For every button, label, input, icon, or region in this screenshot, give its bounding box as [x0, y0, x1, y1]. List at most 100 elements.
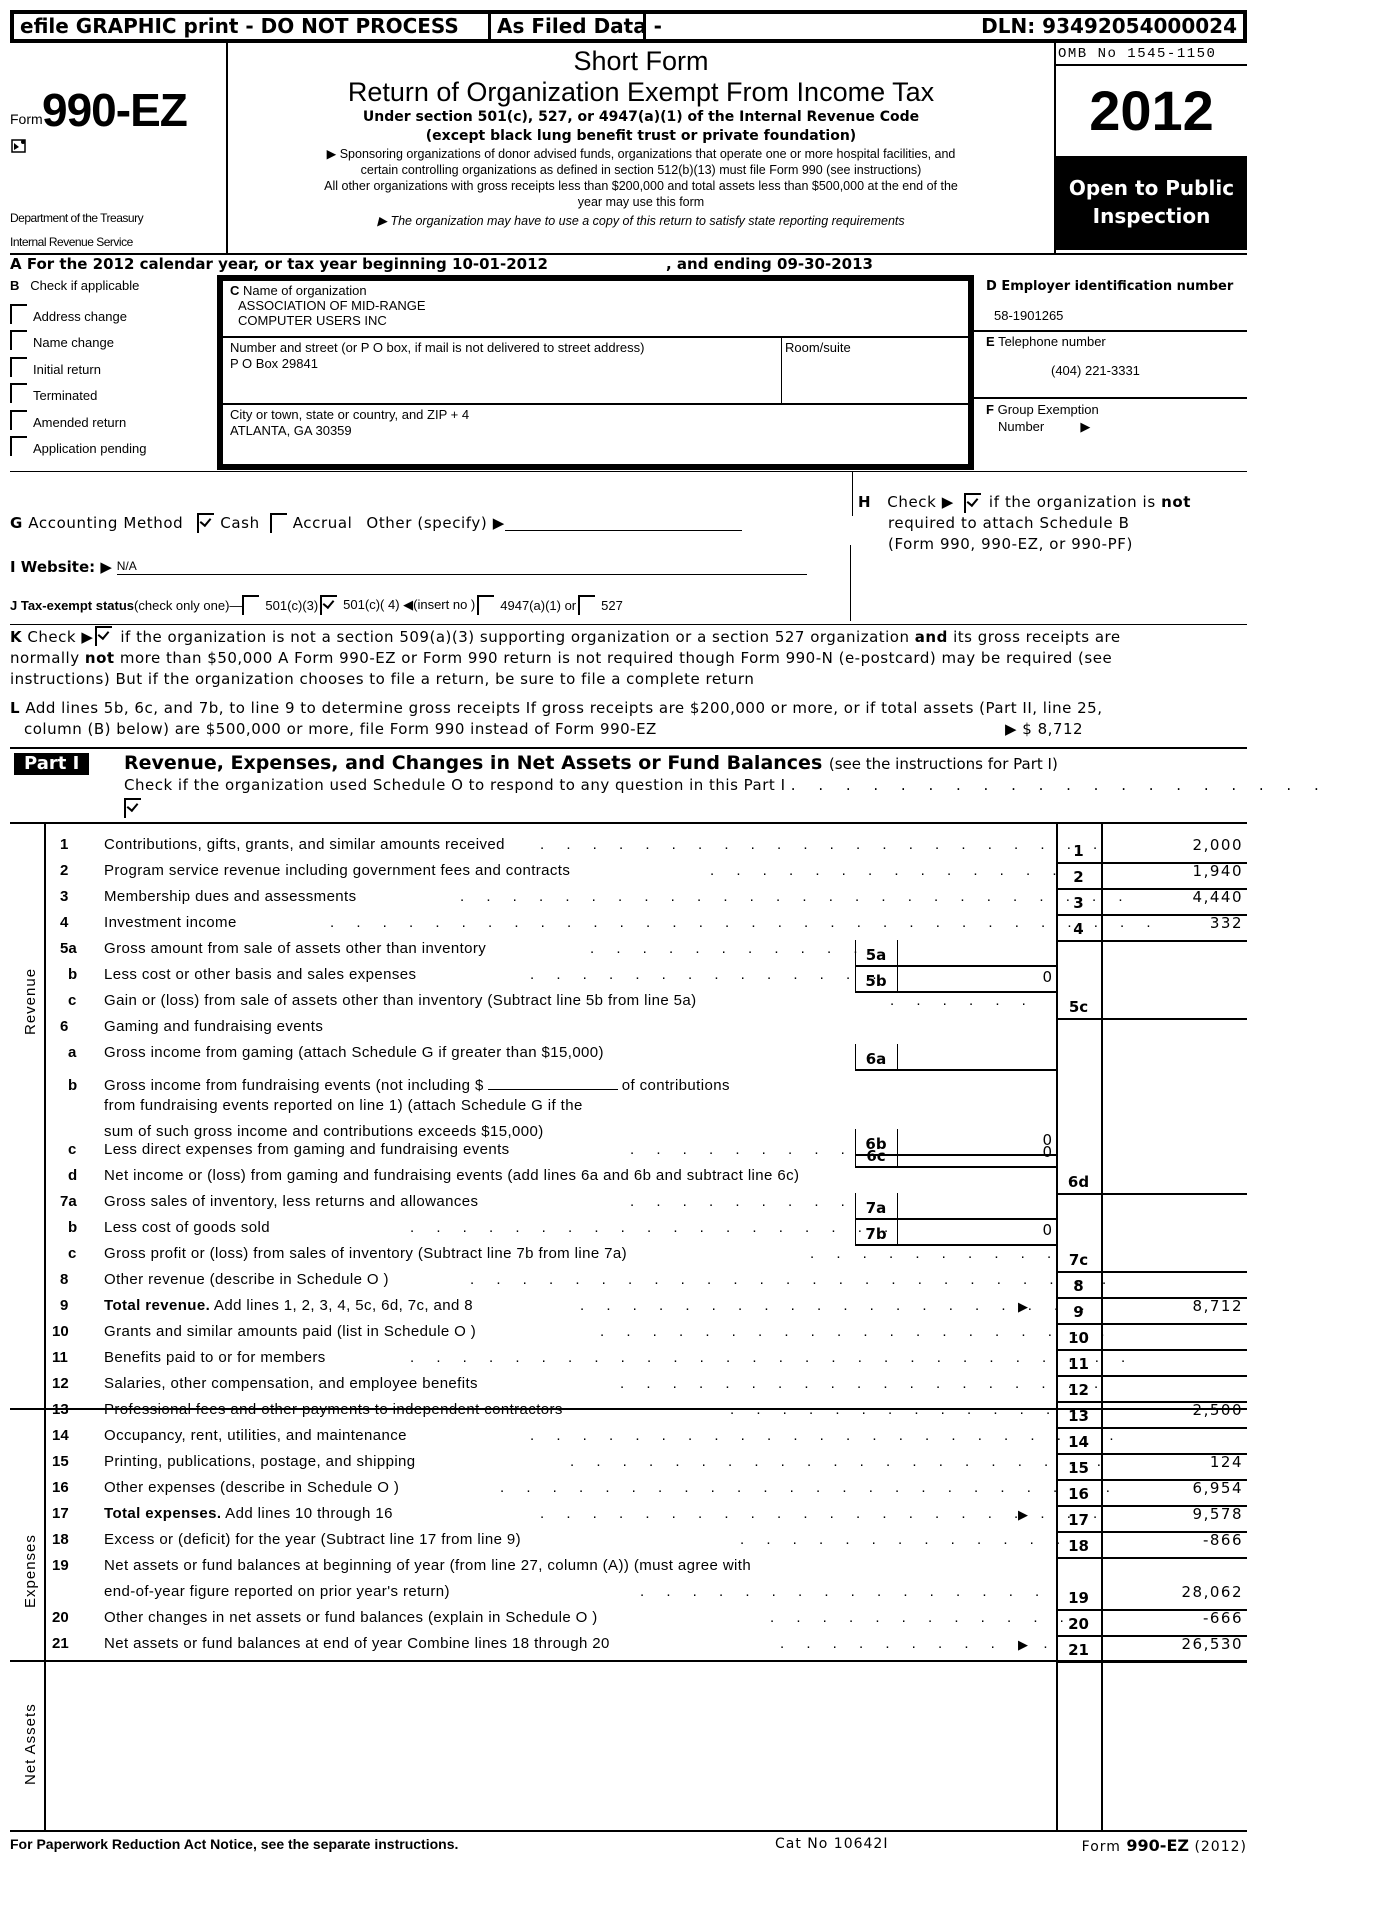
terminated-option[interactable]: Terminated	[10, 377, 217, 403]
dln-number: DLN: 93492054000024	[981, 14, 1237, 38]
other-method-input[interactable]	[504, 515, 742, 531]
line-description-text: Benefits paid to or for members	[104, 1349, 326, 1366]
line-amount[interactable]: 6,954	[1101, 1479, 1245, 1497]
line-description: Gross amount from sale of assets other t…	[104, 940, 486, 957]
line-description-text: Less direct expenses from gaming and fun…	[104, 1141, 510, 1158]
line-amount[interactable]: 9,578	[1101, 1505, 1245, 1523]
schedule-b-checkbox[interactable]	[963, 493, 981, 513]
line-amount[interactable]: 2,000	[1101, 836, 1245, 854]
schedule-o-checkbox[interactable]	[124, 798, 141, 818]
application-pending-option[interactable]: Application pending	[10, 430, 217, 456]
527-checkbox[interactable]	[578, 595, 596, 615]
line-amount[interactable]: 4,440	[1101, 888, 1245, 906]
section-c-organization: C Name of organization ASSOCIATION OF MI…	[217, 275, 974, 470]
section-k-normally: normally	[10, 649, 80, 667]
line-number: a	[68, 1044, 77, 1061]
filing-note-4: year may use this form	[577, 195, 705, 209]
sub-line-amount[interactable]: 0	[897, 1221, 1056, 1239]
line-amount[interactable]: 26,530	[1101, 1635, 1245, 1653]
street-label: Number and street (or P O box, if mail i…	[230, 340, 645, 355]
accounting-method-label: Accounting Method	[28, 514, 184, 532]
sub-box-divider	[897, 1193, 898, 1220]
line-description: Excess or (deficit) for the year (Subtra…	[104, 1531, 521, 1548]
arrow-right-icon: ▶	[1018, 1507, 1028, 1522]
line-description: Professional fees and other payments to …	[104, 1401, 563, 1418]
leader-dots: . . . . . . . . . . . . . . . . . . . . …	[330, 914, 1160, 931]
address-change-option[interactable]: Address change	[10, 297, 217, 324]
group-exemption-number-label: Number	[998, 419, 1045, 434]
street-value[interactable]: P O Box 29841	[230, 356, 774, 372]
line-description: Benefits paid to or for members	[104, 1349, 326, 1366]
org-name-line-1[interactable]: ASSOCIATION OF MID-RANGE	[230, 298, 961, 313]
line-description-text: Gross sales of inventory, less returns a…	[104, 1193, 479, 1210]
line-amount[interactable]: 28,062	[1101, 1583, 1245, 1601]
form-title-block: Short Form Return of Organization Exempt…	[228, 43, 1056, 253]
line-amount[interactable]: 2,500	[1101, 1401, 1245, 1419]
leader-dots: . . . . . . . . . . . . . . . . . . .	[410, 1219, 898, 1236]
line-number: 1	[60, 836, 69, 853]
sub-line-number: 5a	[865, 946, 887, 964]
terminated-checkbox[interactable]	[10, 383, 27, 403]
sub-line-amount[interactable]: 0	[897, 1143, 1056, 1161]
section-b-letter: B	[10, 278, 20, 293]
line-number-box: 20	[1068, 1615, 1089, 1633]
part-i-lines-top-rule	[10, 822, 1247, 824]
initial-return-option[interactable]: Initial return	[10, 350, 217, 377]
arrow-right-icon: ▶	[1018, 1299, 1028, 1314]
amended-return-checkbox[interactable]	[10, 409, 27, 430]
fundraising-contributions-input[interactable]	[487, 1078, 618, 1090]
ein-value[interactable]: 58-1901265	[986, 308, 1235, 323]
filing-note-3: All other organizations with gross recei…	[324, 179, 958, 193]
initial-return-checkbox[interactable]	[10, 356, 27, 377]
line-description: Gross income from gaming (attach Schedul…	[104, 1044, 604, 1061]
line-number: 16	[52, 1479, 69, 1496]
line-description-2: from fundraising events reported on line…	[104, 1097, 583, 1114]
line-description-part: of contributions	[621, 1077, 730, 1094]
accrual-checkbox[interactable]	[269, 513, 287, 533]
501c-other-checkbox[interactable]	[320, 595, 338, 615]
line-description: Gross income from fundraising events (no…	[104, 1077, 730, 1094]
gh-divider	[852, 471, 853, 516]
address-change-checkbox[interactable]	[10, 303, 27, 324]
leader-dots: . . . . . .	[890, 992, 1035, 1009]
telephone-value[interactable]: (404) 221-3331	[986, 363, 1235, 378]
part-i-title-note: (see the instructions for Part I)	[828, 755, 1058, 773]
line-description-text: Printing, publications, postage, and shi…	[104, 1453, 416, 1470]
section-k-and: and	[914, 628, 948, 646]
section-d-ein: D Employer identification number 58-1901…	[974, 275, 1247, 332]
section-k-checkbox[interactable]	[95, 626, 113, 646]
line-amount[interactable]: -666	[1101, 1609, 1245, 1627]
4947a1-checkbox[interactable]	[477, 595, 495, 615]
line-number: 18	[52, 1531, 69, 1548]
line-amount[interactable]: 332	[1101, 914, 1245, 932]
line-description-text: Salaries, other compensation, and employ…	[104, 1375, 478, 1392]
line-description: Other expenses (describe in Schedule O )	[104, 1479, 399, 1496]
501c3-checkbox[interactable]	[242, 595, 260, 615]
line-amount[interactable]: 124	[1101, 1453, 1245, 1471]
name-change-checkbox[interactable]	[10, 330, 27, 350]
line-number: 11	[52, 1349, 68, 1366]
line-description-part: Gross income from fundraising events (no…	[104, 1077, 484, 1094]
sub-box-divider	[897, 940, 898, 967]
line-description-text: Investment income	[104, 914, 237, 931]
line-amount[interactable]: 8,712	[1101, 1297, 1245, 1315]
section-k-letter: K	[10, 628, 23, 646]
gross-receipts-amount: ▶ $ 8,712	[1005, 720, 1084, 738]
city-value[interactable]: ATLANTA, GA 30359	[230, 423, 961, 439]
line-description-text: Gaming and fundraising events	[104, 1018, 324, 1035]
website-input[interactable]: N/A	[116, 559, 807, 575]
name-change-option[interactable]: Name change	[10, 324, 217, 350]
application-pending-checkbox[interactable]	[10, 436, 27, 456]
footer-form-number: 990-EZ	[1126, 1836, 1189, 1855]
org-name-line-2[interactable]: COMPUTER USERS INC	[230, 313, 961, 328]
line-amount[interactable]: -866	[1101, 1531, 1245, 1549]
line-amount[interactable]: 1,940	[1101, 862, 1245, 880]
cash-checkbox[interactable]	[197, 513, 215, 533]
line-number: 17	[52, 1505, 69, 1522]
line-description: Net assets or fund balances at beginning…	[104, 1557, 752, 1574]
line-number: d	[68, 1167, 78, 1184]
part-i-title: Revenue, Expenses, and Changes in Net As…	[124, 752, 823, 774]
sub-line-amount[interactable]: 0	[897, 968, 1056, 986]
amended-return-option[interactable]: Amended return	[10, 403, 217, 430]
line-description: Net assets or fund balances at end of ye…	[104, 1635, 610, 1652]
